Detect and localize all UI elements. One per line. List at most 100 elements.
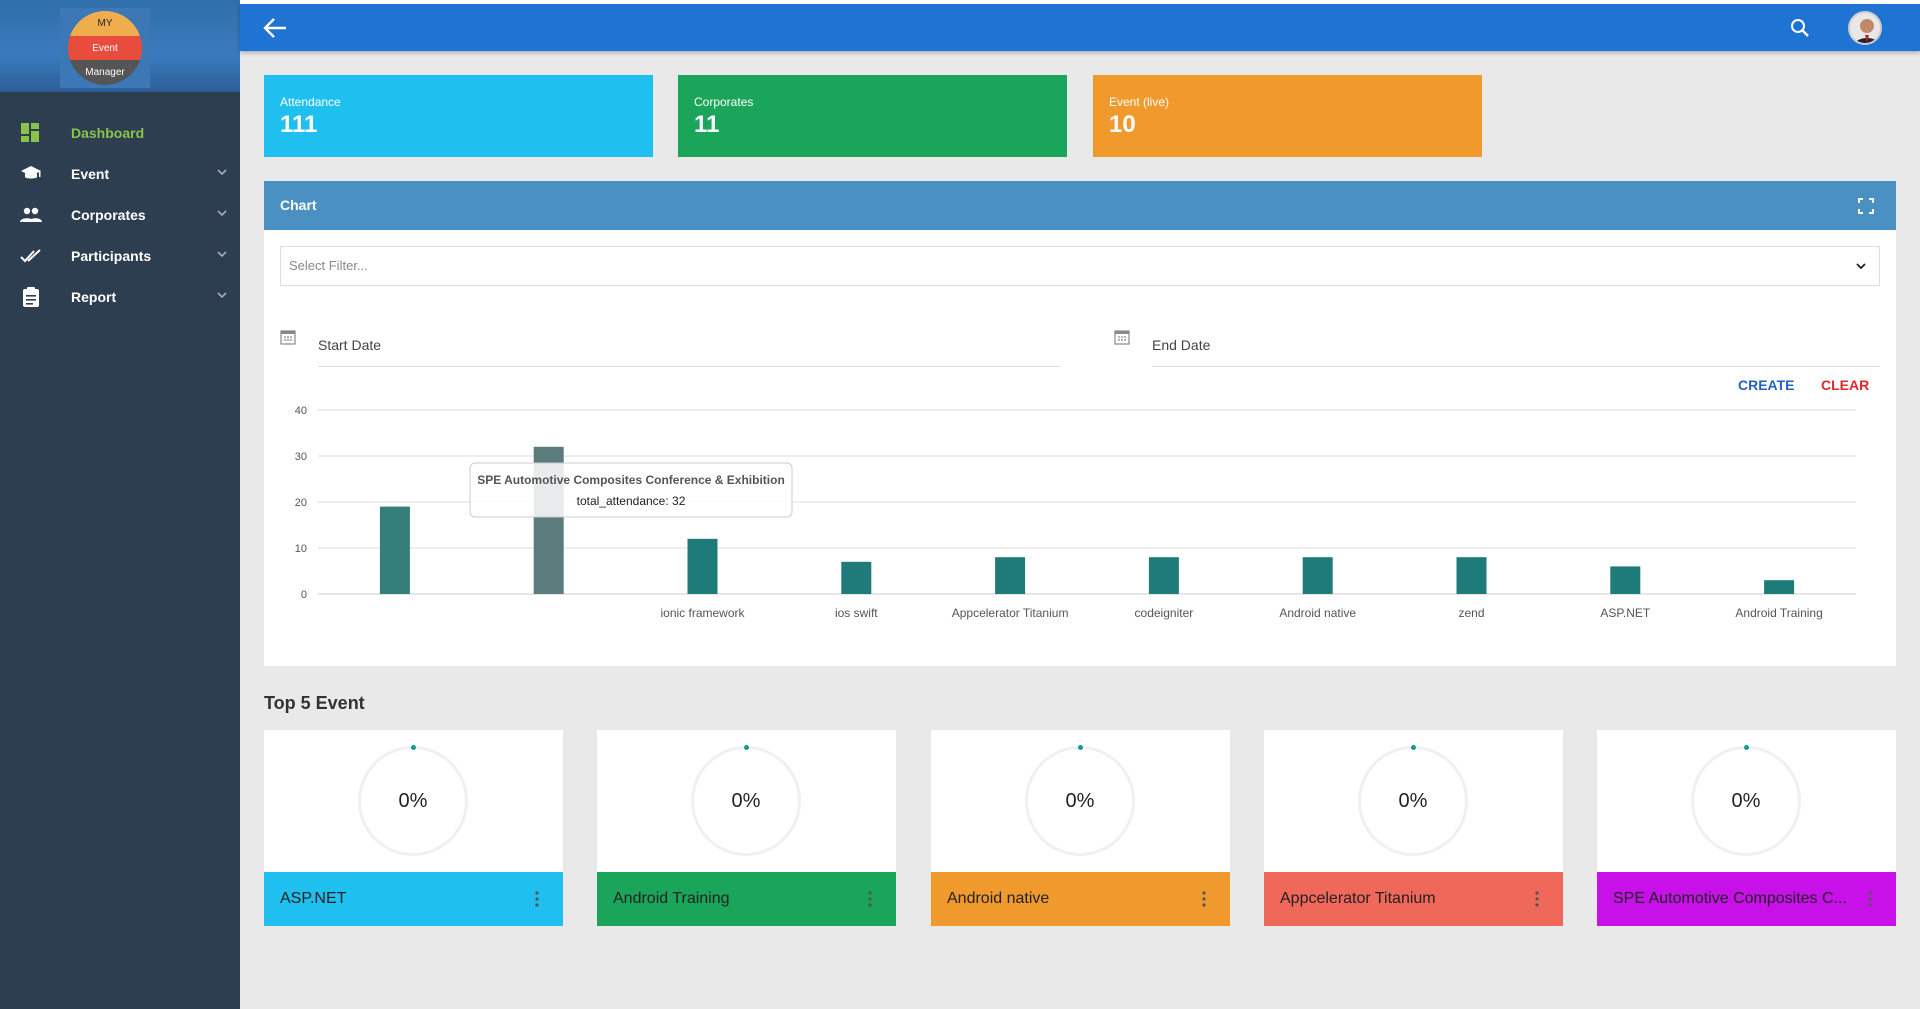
progress-percent: 0% (731, 789, 761, 812)
tooltip-title: SPE Automotive Composites Conference & E… (477, 473, 785, 487)
chart-bar[interactable] (841, 561, 872, 594)
stat-value: 10 (1109, 111, 1136, 138)
sidebar-item-event[interactable]: Event (0, 153, 240, 194)
sidebar-header: MY Event Manager (0, 0, 240, 92)
more-vert-icon[interactable] (1868, 890, 1872, 908)
sidebar-item-participants[interactable]: Participants (0, 235, 240, 276)
event-name: Android Training (613, 890, 730, 907)
progress-percent: 0% (1065, 789, 1095, 812)
stat-label: Attendance (280, 95, 341, 109)
stat-value: 11 (694, 111, 720, 138)
chart-bar[interactable] (1764, 580, 1795, 594)
event-name: Android native (947, 890, 1050, 907)
avatar[interactable] (1848, 11, 1882, 45)
clear-button[interactable]: CLEAR (1821, 377, 1869, 393)
event-name: SPE Automotive Composites C... (1613, 890, 1847, 907)
chevron-down-icon (1856, 263, 1866, 270)
x-tick-label: codeigniter (1135, 606, 1194, 620)
chart-tooltip: SPE Automotive Composites Conference & E… (469, 462, 793, 518)
x-tick-label: Appcelerator Titanium (952, 606, 1069, 620)
more-vert-icon[interactable] (1535, 890, 1539, 908)
more-vert-icon[interactable] (1202, 890, 1206, 908)
event-card-footer: Android Training (597, 872, 896, 926)
graduation-cap-icon (20, 163, 42, 185)
logo-line-my: MY (68, 11, 142, 36)
event-card[interactable]: 0% ASP.NET (264, 730, 563, 926)
chart-bar[interactable] (1610, 566, 1641, 594)
y-tick-label: 10 (295, 543, 307, 555)
progress-ring: 0% (1691, 745, 1801, 856)
stat-card-corporates[interactable]: Corporates 11 (678, 75, 1067, 157)
event-card-footer: SPE Automotive Composites C... (1597, 872, 1896, 926)
progress-percent: 0% (1731, 789, 1761, 812)
event-name: Appcelerator Titanium (1280, 890, 1436, 907)
chart-bar[interactable] (995, 557, 1026, 594)
chart-bar[interactable] (1302, 557, 1333, 594)
progress-ring: 0% (1358, 745, 1468, 856)
sidebar-nav: Dashboard Event Corporates Participants (0, 112, 240, 317)
x-tick-label: zend (1458, 606, 1484, 620)
x-tick-label: Android native (1279, 606, 1356, 620)
sidebar-item-label: Report (71, 288, 117, 305)
progress-ring: 0% (358, 745, 468, 856)
y-tick-label: 0 (301, 589, 307, 601)
event-card[interactable]: 0% Android Training (597, 730, 896, 926)
progress-ring: 0% (1025, 745, 1135, 856)
chevron-down-icon (217, 210, 227, 217)
chart-title: Chart (280, 197, 317, 213)
event-card-footer: ASP.NET (264, 872, 563, 926)
sidebar-item-label: Event (71, 165, 110, 182)
app-logo[interactable]: MY Event Manager (60, 8, 150, 88)
x-tick-label: Android Training (1735, 606, 1822, 620)
chevron-down-icon (217, 251, 227, 258)
sidebar-item-label: Dashboard (71, 124, 145, 141)
back-arrow-icon[interactable] (262, 16, 288, 40)
event-card[interactable]: 0% SPE Automotive Composites C... (1597, 730, 1896, 926)
sidebar-item-dashboard[interactable]: Dashboard (0, 112, 240, 153)
sidebar-item-report[interactable]: Report (0, 276, 240, 317)
chart-bar[interactable] (1148, 557, 1179, 594)
progress-ring: 0% (691, 745, 801, 856)
start-date-field[interactable]: Start Date (280, 327, 1060, 367)
filter-placeholder: Select Filter... (289, 258, 368, 273)
logo-line-event: Event (68, 35, 142, 61)
search-icon[interactable] (1790, 18, 1810, 38)
event-card-footer: Appcelerator Titanium (1264, 872, 1563, 926)
calendar-icon (280, 330, 296, 345)
sidebar-item-corporates[interactable]: Corporates (0, 194, 240, 235)
fullscreen-icon[interactable] (1858, 198, 1874, 214)
topbar (240, 4, 1920, 51)
x-tick-label: ios swift (835, 606, 878, 620)
progress-percent: 0% (1398, 789, 1428, 812)
logo-line-manager: Manager (68, 60, 142, 85)
chart-panel: Chart Select Filter... Start Date End Da… (264, 181, 1896, 666)
stat-card-event-live[interactable]: Event (live) 10 (1093, 75, 1482, 157)
event-card-footer: Android native (931, 872, 1230, 926)
event-card[interactable]: 0% Android native (931, 730, 1230, 926)
more-vert-icon[interactable] (868, 890, 872, 908)
chart-bar[interactable] (687, 538, 718, 594)
stat-card-attendance[interactable]: Attendance 111 (264, 75, 653, 157)
sidebar: MY Event Manager Dashboard Event Corpora… (0, 0, 240, 1009)
event-card[interactable]: 0% Appcelerator Titanium (1264, 730, 1563, 926)
create-button[interactable]: CREATE (1738, 377, 1795, 393)
start-date-input[interactable]: Start Date (318, 327, 1060, 367)
filter-select[interactable]: Select Filter... (280, 246, 1880, 286)
chevron-down-icon (217, 292, 227, 299)
x-tick-label: ionic framework (660, 606, 745, 620)
chart-bar[interactable] (379, 506, 410, 594)
sidebar-item-label: Corporates (71, 206, 146, 223)
progress-percent: 0% (398, 789, 428, 812)
stat-label: Corporates (694, 95, 754, 109)
clipboard-icon (20, 286, 42, 308)
end-date-field[interactable]: End Date (1114, 327, 1880, 367)
stat-label: Event (live) (1109, 95, 1170, 109)
chart-header: Chart (264, 181, 1896, 230)
x-tick-label: ASP.NET (1600, 606, 1650, 620)
end-date-input[interactable]: End Date (1152, 327, 1880, 367)
bar-chart: 0 10 20 30 40 ionic framework ios swift Appcele… (295, 406, 1856, 620)
chart-bar[interactable] (1456, 557, 1487, 594)
more-vert-icon[interactable] (535, 890, 539, 908)
tooltip-value: total_attendance: 32 (577, 494, 686, 508)
y-tick-label: 20 (295, 497, 307, 509)
